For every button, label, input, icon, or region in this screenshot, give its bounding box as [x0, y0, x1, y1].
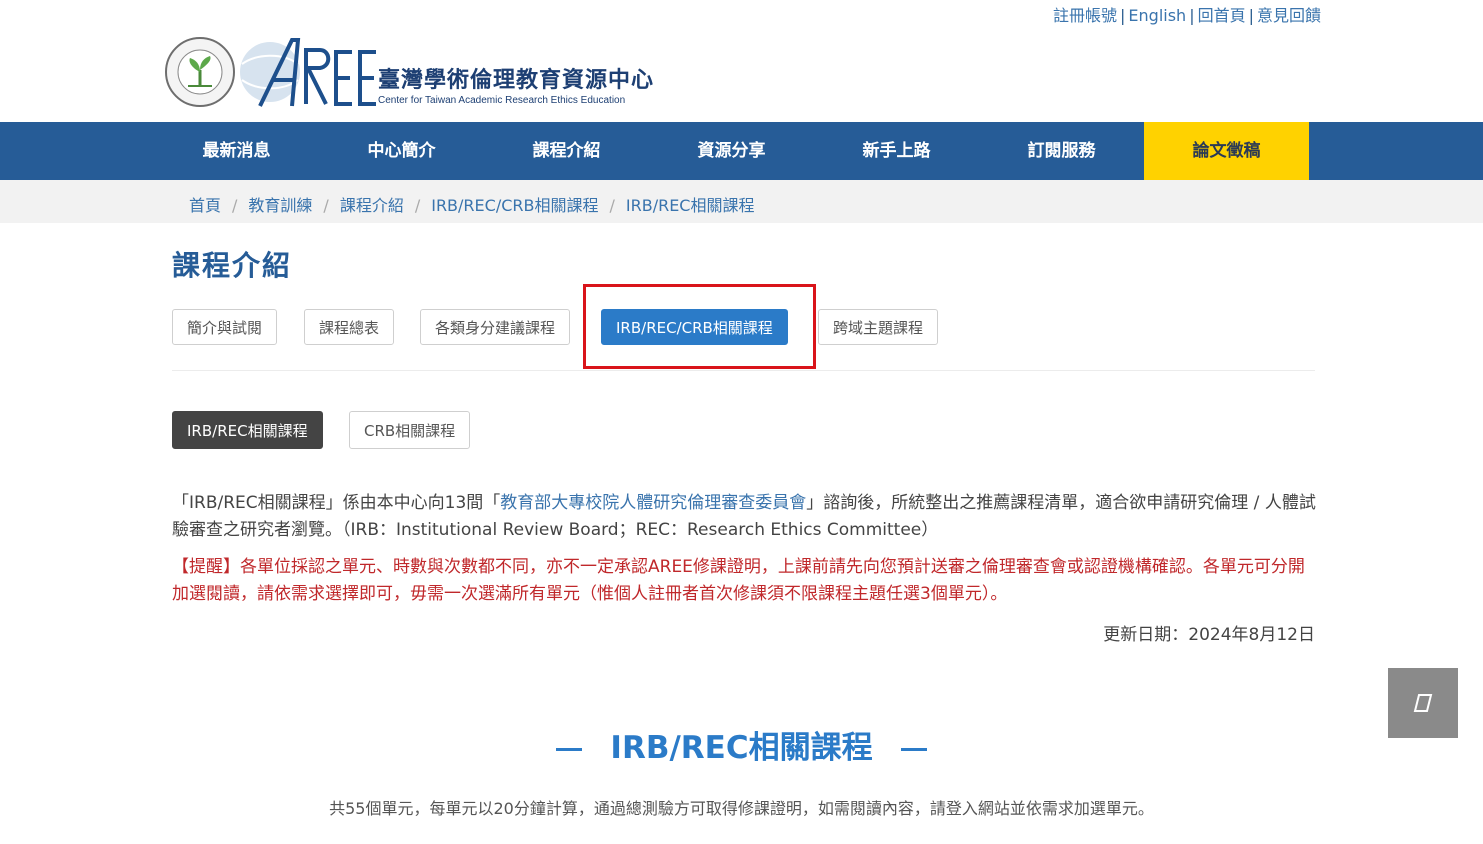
top-links: 註冊帳號 | English | 回首頁 | 意見回饋: [1053, 2, 1321, 26]
nav-item-about[interactable]: 中心簡介: [319, 122, 484, 180]
tab-intro-preview[interactable]: 簡介與試閱: [172, 309, 278, 345]
section-title-text: IRB/REC相關課程: [610, 730, 873, 766]
subtab-irb-rec[interactable]: IRB/REC相關課程: [172, 411, 323, 449]
section-title: IRB/REC相關課程: [0, 722, 1483, 767]
breadcrumb-irb-rec[interactable]: IRB/REC相關課程: [626, 196, 755, 215]
logo-title: 臺灣學術倫理教育資源中心: [378, 68, 655, 93]
update-date: 更新日期：2024年8月12日: [1103, 625, 1315, 645]
intro-text-1: 「IRB/REC相關課程」係由本中心向13間「: [172, 493, 501, 513]
tabs-divider: [172, 370, 1315, 371]
nav-item-beginners[interactable]: 新手上路: [814, 122, 979, 180]
register-link[interactable]: 註冊帳號: [1053, 6, 1117, 25]
section-description: 共55個單元，每單元以20分鐘計算，通過總測驗方可取得修課證明，如需閱讀內容，請…: [329, 799, 1154, 818]
edit-icon: [1413, 694, 1433, 712]
breadcrumb-training[interactable]: 教育訓練: [248, 196, 312, 215]
title-dash-right: [900, 748, 927, 751]
separator: |: [1120, 6, 1126, 25]
breadcrumb-separator: /: [323, 196, 329, 215]
subtab-crb[interactable]: CRB相關課程: [349, 411, 471, 449]
breadcrumb-separator: /: [414, 196, 421, 215]
nav-item-courses[interactable]: 課程介紹: [484, 122, 649, 180]
logo-subtitle: Center for Taiwan Academic Research Ethi…: [378, 95, 626, 106]
tab-suggested-courses[interactable]: 各類身分建議課程: [420, 309, 571, 345]
breadcrumb: 首頁 / 教育訓練 / 課程介紹 / IRB/REC/CRB相關課程 / IRB/REC相關課程: [189, 192, 754, 216]
nav-item-news[interactable]: 最新消息: [154, 122, 319, 180]
separator: |: [1189, 6, 1195, 25]
logo-graphic: [165, 37, 376, 107]
nav-item-subscribe[interactable]: 訂閱服務: [979, 122, 1144, 180]
separator: |: [1248, 6, 1254, 25]
annotation-highlight-box: [583, 284, 816, 369]
nav-item-resources[interactable]: 資源分享: [649, 122, 814, 180]
irb-committee-link[interactable]: 教育部大專校院人體研究倫理審查委員會: [500, 493, 806, 513]
nav-item-call-for-papers[interactable]: 論文徵稿: [1144, 122, 1309, 180]
main-nav: 最新消息 中心簡介 課程介紹 資源分享 新手上路 訂閱服務 論文徵稿: [154, 122, 1309, 180]
reminder-paragraph: 【提醒】各單位採認之單元、時數與次數都不同，亦不一定承認AREE修課證明，上課前…: [172, 557, 1305, 604]
english-link[interactable]: English: [1128, 6, 1186, 25]
breadcrumb-irb-rec-crb[interactable]: IRB/REC/CRB相關課程: [431, 196, 598, 215]
feedback-link[interactable]: 意見回饋: [1257, 6, 1321, 25]
title-dash-left: [556, 748, 583, 751]
page-title: 課程介紹: [172, 249, 293, 282]
intro-paragraph: 「IRB/REC相關課程」係由本中心向13間「教育部大專校院人體研究倫理審查委員…: [172, 490, 1317, 544]
tab-course-list[interactable]: 課程總表: [304, 309, 395, 345]
breadcrumb-courses[interactable]: 課程介紹: [340, 196, 404, 215]
breadcrumb-home[interactable]: 首頁: [189, 196, 221, 215]
tab-cross-domain[interactable]: 跨域主題課程: [818, 309, 939, 345]
breadcrumb-separator: /: [232, 196, 238, 215]
home-link[interactable]: 回首頁: [1198, 6, 1246, 25]
breadcrumb-separator: /: [609, 196, 615, 215]
